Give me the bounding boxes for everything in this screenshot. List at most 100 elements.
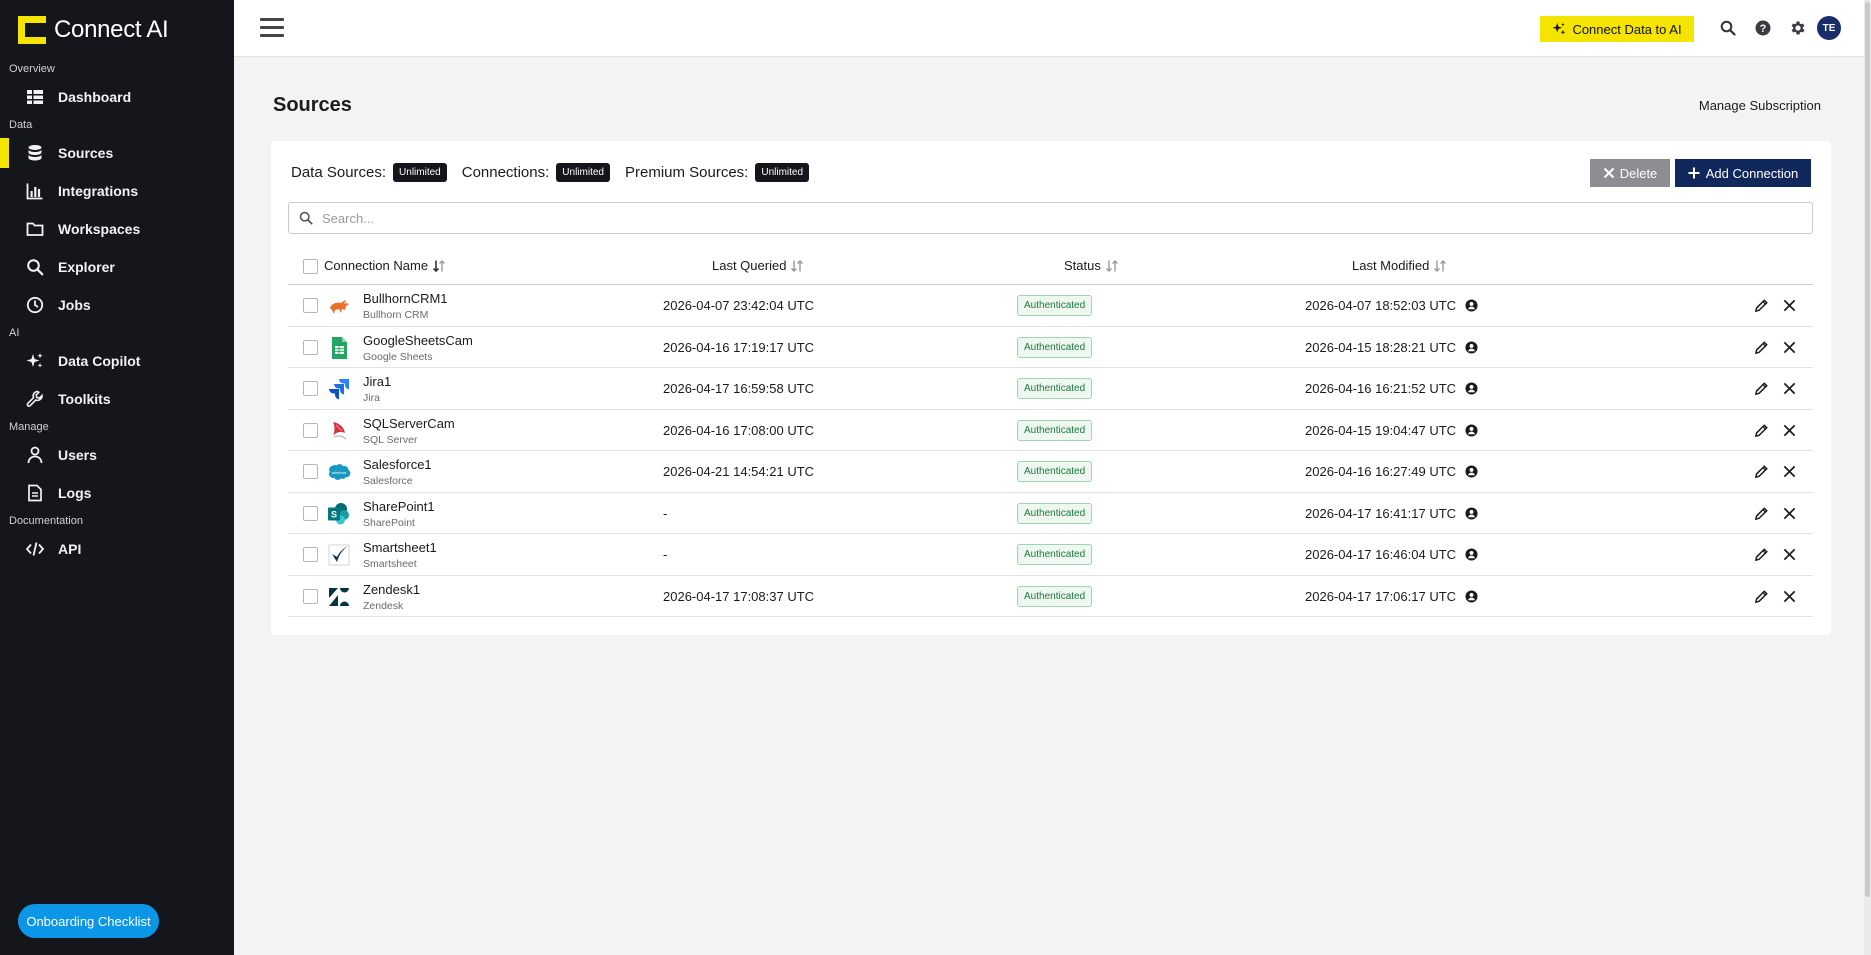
hamburger-menu-icon[interactable] (260, 18, 284, 38)
sidebar-item-workspaces[interactable]: Workspaces (0, 210, 234, 248)
sidebar-item-jobs[interactable]: Jobs (0, 286, 234, 324)
edit-pencil-icon[interactable] (1754, 464, 1769, 479)
search-icon (26, 258, 44, 276)
sidebar-item-label: Dashboard (58, 89, 132, 105)
column-last-queried[interactable]: Last Queried (712, 258, 804, 273)
help-icon[interactable]: ? (1752, 17, 1774, 39)
row-checkbox[interactable] (303, 464, 318, 479)
edit-pencil-icon[interactable] (1754, 506, 1769, 521)
edit-pencil-icon[interactable] (1754, 298, 1769, 313)
page-title: Sources (273, 94, 352, 116)
delete-x-icon[interactable] (1782, 423, 1797, 438)
delete-button[interactable]: Delete (1590, 159, 1670, 187)
user-circle-icon[interactable] (1465, 548, 1478, 561)
connection-driver: Bullhorn CRM (363, 309, 429, 321)
user-circle-icon[interactable] (1465, 423, 1478, 437)
manage-subscription-link[interactable]: Manage Subscription (1699, 98, 1821, 113)
user-circle-icon[interactable] (1465, 589, 1478, 603)
user-circle-icon[interactable] (1465, 299, 1478, 312)
select-all-checkbox[interactable] (303, 259, 318, 274)
row-checkbox[interactable] (303, 422, 318, 438)
last-modified-value: 2026-04-07 18:52:03 UTC (1305, 298, 1457, 313)
bullhorn-logo (327, 294, 351, 318)
connection-name[interactable]: Jira1 (363, 374, 391, 389)
sidebar-item-label: Integrations (58, 183, 139, 199)
table-row[interactable]: SQLServerCam SQL Server 2026-04-16 17:08… (288, 410, 1813, 451)
status-badge: Authenticated (1017, 585, 1093, 607)
table-row[interactable]: salesforce Salesforce1 Salesforce 2026-0… (288, 451, 1813, 493)
delete-x-icon[interactable] (1782, 589, 1797, 604)
table-row[interactable]: Zendesk1 Zendesk 2026-04-17 17:08:37 UTC… (288, 576, 1813, 617)
sidebar-item-explorer[interactable]: Explorer (0, 248, 234, 286)
page-scrollbar[interactable] (1864, 0, 1871, 955)
onboarding-checklist-button[interactable]: Onboarding Checklist (18, 904, 159, 938)
svg-text:salesforce: salesforce (332, 471, 347, 475)
settings-gear-icon[interactable] (1787, 17, 1809, 39)
edit-pencil-icon[interactable] (1754, 381, 1769, 396)
user-circle-icon[interactable] (1465, 382, 1478, 395)
connection-name[interactable]: GoogleSheetsCam (363, 333, 473, 348)
connection-driver: SQL Server (363, 433, 418, 446)
sql-server-logo (327, 419, 351, 443)
sidebar-item-data-copilot[interactable]: Data Copilot (0, 342, 234, 380)
row-checkbox[interactable] (303, 339, 318, 355)
edit-pencil-icon[interactable] (1754, 547, 1769, 562)
column-status[interactable]: Status (1064, 258, 1119, 273)
user-avatar[interactable]: TE (1817, 16, 1841, 40)
connection-name[interactable]: Salesforce1 (363, 457, 432, 472)
row-checkbox[interactable] (303, 505, 318, 521)
delete-x-icon[interactable] (1782, 298, 1797, 313)
row-checkbox[interactable] (303, 547, 318, 562)
connection-name[interactable]: SQLServerCam (363, 416, 455, 431)
connection-name[interactable]: Zendesk1 (363, 582, 420, 597)
delete-x-icon[interactable] (1782, 547, 1797, 562)
data-sources-label: Data Sources: (291, 164, 387, 181)
delete-x-icon[interactable] (1782, 506, 1797, 521)
connections-badge: Unlimited (556, 163, 610, 182)
add-connection-button[interactable]: Add Connection (1675, 159, 1811, 187)
connection-name[interactable]: BullhornCRM1 (363, 291, 448, 306)
search-input[interactable] (322, 210, 1812, 226)
sidebar-item-toolkits[interactable]: Toolkits (0, 380, 234, 418)
connection-name[interactable]: Smartsheet1 (363, 540, 437, 555)
status-badge: Authenticated (1017, 295, 1093, 316)
sparkle-icon (1552, 22, 1566, 35)
delete-x-icon[interactable] (1782, 340, 1797, 355)
edit-pencil-icon[interactable] (1754, 423, 1769, 438)
delete-x-icon[interactable] (1782, 381, 1797, 396)
database-icon (26, 144, 44, 162)
user-circle-icon[interactable] (1465, 506, 1478, 520)
sidebar-item-users[interactable]: Users (0, 436, 234, 474)
row-checkbox[interactable] (303, 381, 318, 396)
last-modified-value: 2026-04-15 19:04:47 UTC (1305, 422, 1457, 438)
sidebar-item-dashboard[interactable]: Dashboard (0, 78, 234, 116)
user-circle-icon[interactable] (1465, 465, 1478, 478)
status-badge: Authenticated (1017, 419, 1093, 441)
delete-x-icon[interactable] (1782, 464, 1797, 479)
table-header: Connection Name Last Queried Status Last… (288, 248, 1813, 285)
edit-pencil-icon[interactable] (1754, 340, 1769, 355)
sidebar-item-api[interactable]: API (0, 530, 234, 568)
sidebar-item-logs[interactable]: Logs (0, 474, 234, 512)
row-checkbox[interactable] (303, 588, 318, 604)
edit-pencil-icon[interactable] (1754, 589, 1769, 604)
plus-icon (1688, 167, 1700, 179)
table-row[interactable]: S SharePoint1 SharePoint - Authenticated… (288, 493, 1813, 534)
sidebar-item-sources[interactable]: Sources (0, 134, 234, 172)
jira-logo (327, 377, 351, 401)
table-row[interactable]: Smartsheet1 Smartsheet - Authenticated 2… (288, 534, 1813, 576)
bar-chart-icon (26, 182, 44, 200)
connection-name[interactable]: SharePoint1 (363, 499, 435, 514)
row-checkbox[interactable] (303, 298, 318, 313)
table-row[interactable]: Jira1 Jira 2026-04-17 16:59:58 UTC Authe… (288, 368, 1813, 410)
connect-data-to-ai-button[interactable]: Connect Data to AI (1540, 16, 1694, 42)
brand[interactable]: Connect AI (0, 0, 234, 60)
table-row[interactable]: BullhornCRM1 Bullhorn CRM 2026-04-07 23:… (288, 285, 1813, 327)
column-connection-name[interactable]: Connection Name (324, 258, 446, 273)
table-row[interactable]: GoogleSheetsCam Google Sheets 2026-04-16… (288, 327, 1813, 368)
last-modified: 2026-04-07 18:52:03 UTC (1305, 298, 1478, 313)
sidebar-item-integrations[interactable]: Integrations (0, 172, 234, 210)
user-circle-icon[interactable] (1465, 340, 1478, 354)
column-last-modified[interactable]: Last Modified (1352, 258, 1447, 273)
search-icon[interactable] (1717, 17, 1739, 39)
